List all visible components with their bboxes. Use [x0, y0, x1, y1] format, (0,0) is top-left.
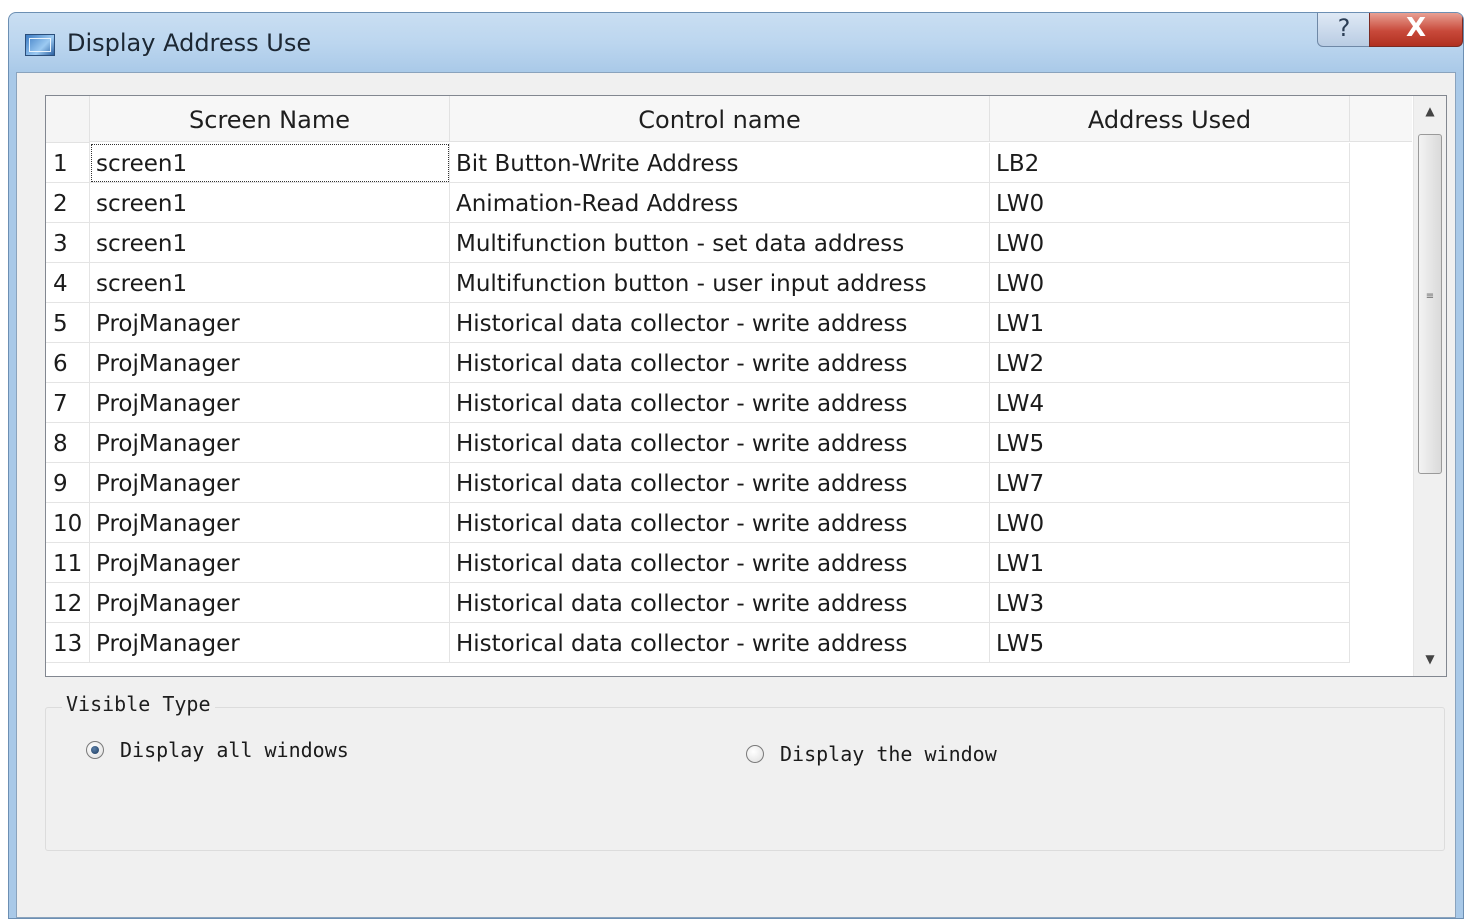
radio-display-all-windows[interactable]: Display all windows — [86, 738, 349, 762]
close-button[interactable]: X — [1369, 13, 1463, 47]
table-row[interactable]: 13 ProjManager Historical data collector -… — [46, 623, 1350, 663]
cell-control-name[interactable]: Historical data collector - write addres… — [450, 303, 990, 343]
cell-address-used[interactable]: LW3 — [990, 583, 1350, 623]
row-number: 8 — [46, 423, 90, 463]
cell-address-used[interactable]: LW0 — [990, 263, 1350, 303]
table-row[interactable]: 2 screen1 Animation-Read Address LW0 — [46, 183, 1350, 223]
cell-control-name[interactable]: Animation-Read Address — [450, 183, 990, 223]
column-header-address-used[interactable]: Address Used — [990, 96, 1350, 142]
cell-screen-name[interactable]: ProjManager — [90, 343, 450, 383]
row-number: 6 — [46, 343, 90, 383]
cell-control-name[interactable]: Historical data collector - write addres… — [450, 343, 990, 383]
row-number: 4 — [46, 263, 90, 303]
table-row[interactable]: 1 screen1 Bit Button-Write Address LB2 — [46, 143, 1350, 183]
row-number: 13 — [46, 623, 90, 663]
table-row[interactable]: 8 ProjManager Historical data collector - … — [46, 423, 1350, 463]
vertical-scrollbar[interactable]: ▲ ≡ ▼ — [1413, 96, 1446, 676]
help-button[interactable]: ? — [1317, 13, 1371, 47]
cell-screen-name[interactable]: ProjManager — [90, 423, 450, 463]
table-row[interactable]: 3 screen1 Multifunction button - set data … — [46, 223, 1350, 263]
cell-control-name[interactable]: Historical data collector - write addres… — [450, 423, 990, 463]
cell-address-used[interactable]: LW4 — [990, 383, 1350, 423]
cell-control-name[interactable]: Bit Button-Write Address — [450, 143, 990, 183]
cell-screen-name[interactable]: screen1 — [90, 223, 450, 263]
row-number: 7 — [46, 383, 90, 423]
radio-label: Display all windows — [120, 738, 349, 762]
table-row[interactable]: 11 ProjManager Historical data collector -… — [46, 543, 1350, 583]
radio-label: Display the window — [780, 742, 997, 766]
row-number: 10 — [46, 503, 90, 543]
cell-screen-name[interactable]: ProjManager — [90, 623, 450, 663]
cell-screen-name[interactable]: ProjManager — [90, 583, 450, 623]
window-app-icon — [25, 34, 55, 56]
cell-address-used[interactable]: LW0 — [990, 223, 1350, 263]
cell-address-used[interactable]: LW1 — [990, 303, 1350, 343]
grip-icon: ≡ — [1425, 291, 1435, 302]
cell-screen-name[interactable]: screen1 — [90, 143, 450, 183]
cell-address-used[interactable]: LW0 — [990, 183, 1350, 223]
title-bar[interactable]: Display Address Use ? X — [9, 13, 1463, 71]
address-table: Screen Name Control name Address Used 1s… — [45, 95, 1447, 677]
cell-screen-name[interactable]: screen1 — [90, 183, 450, 223]
table-row[interactable]: 10 ProjManager Historical data collector -… — [46, 503, 1350, 543]
cell-address-used[interactable]: LW1 — [990, 543, 1350, 583]
scroll-thumb[interactable]: ≡ — [1418, 134, 1442, 474]
cell-control-name[interactable]: Historical data collector - write addres… — [450, 623, 990, 663]
row-number: 2 — [46, 183, 90, 223]
window-title: Display Address Use — [67, 29, 312, 57]
table-row[interactable]: 9 ProjManager Historical data collector - … — [46, 463, 1350, 503]
cell-address-used[interactable]: LB2 — [990, 143, 1350, 183]
cell-control-name[interactable]: Historical data collector - write addres… — [450, 383, 990, 423]
cell-screen-name[interactable]: ProjManager — [90, 543, 450, 583]
visible-type-legend: Visible Type — [62, 692, 215, 716]
cell-address-used[interactable]: LW7 — [990, 463, 1350, 503]
table-row[interactable]: 5 ProjManager Historical data collector - … — [46, 303, 1350, 343]
scroll-up-arrow-icon[interactable]: ▲ — [1414, 96, 1446, 126]
row-number: 5 — [46, 303, 90, 343]
column-header-screen-name[interactable]: Screen Name — [90, 96, 450, 142]
cell-address-used[interactable]: LW0 — [990, 503, 1350, 543]
radio-unchecked-icon[interactable] — [746, 745, 764, 763]
cell-control-name[interactable]: Historical data collector - write addres… — [450, 503, 990, 543]
row-number: 9 — [46, 463, 90, 503]
cell-screen-name[interactable]: ProjManager — [90, 463, 450, 503]
visible-type-group: Visible Type Display all windows Display… — [45, 692, 1445, 851]
row-number: 1 — [46, 143, 90, 183]
cell-control-name[interactable]: Historical data collector - write addres… — [450, 463, 990, 503]
table-row[interactable]: 7 ProjManager Historical data collector - … — [46, 383, 1350, 423]
table-row[interactable]: 4 screen1 Multifunction button - user inpu… — [46, 263, 1350, 303]
column-header-control-name[interactable]: Control name — [450, 96, 990, 142]
cell-screen-name[interactable]: ProjManager — [90, 383, 450, 423]
cell-screen-name[interactable]: ProjManager — [90, 503, 450, 543]
table-corner-header — [46, 96, 90, 143]
cell-address-used[interactable]: LW5 — [990, 623, 1350, 663]
table-row[interactable]: 12 ProjManager Historical data collector -… — [46, 583, 1350, 623]
cell-address-used[interactable]: LW5 — [990, 423, 1350, 463]
radio-checked-icon[interactable] — [86, 741, 104, 759]
cell-screen-name[interactable]: ProjManager — [90, 303, 450, 343]
table-row[interactable]: 6 ProjManager Historical data collector - … — [46, 343, 1350, 383]
cell-control-name[interactable]: Historical data collector - write addres… — [450, 583, 990, 623]
row-number: 12 — [46, 583, 90, 623]
scroll-down-arrow-icon[interactable]: ▼ — [1414, 644, 1446, 674]
row-number: 11 — [46, 543, 90, 583]
header-filler — [1350, 96, 1412, 142]
dialog-client-area: Screen Name Control name Address Used 1s… — [16, 72, 1456, 918]
row-number: 3 — [46, 223, 90, 263]
cell-control-name[interactable]: Multifunction button - set data address — [450, 223, 990, 263]
cell-address-used[interactable]: LW2 — [990, 343, 1350, 383]
cell-control-name[interactable]: Multifunction button - user input addres… — [450, 263, 990, 303]
radio-display-the-window[interactable]: Display the window — [746, 742, 997, 766]
cell-control-name[interactable]: Historical data collector - write addres… — [450, 543, 990, 583]
dialog-window: Display Address Use ? X Screen Name Cont… — [8, 12, 1464, 919]
cell-screen-name[interactable]: screen1 — [90, 263, 450, 303]
